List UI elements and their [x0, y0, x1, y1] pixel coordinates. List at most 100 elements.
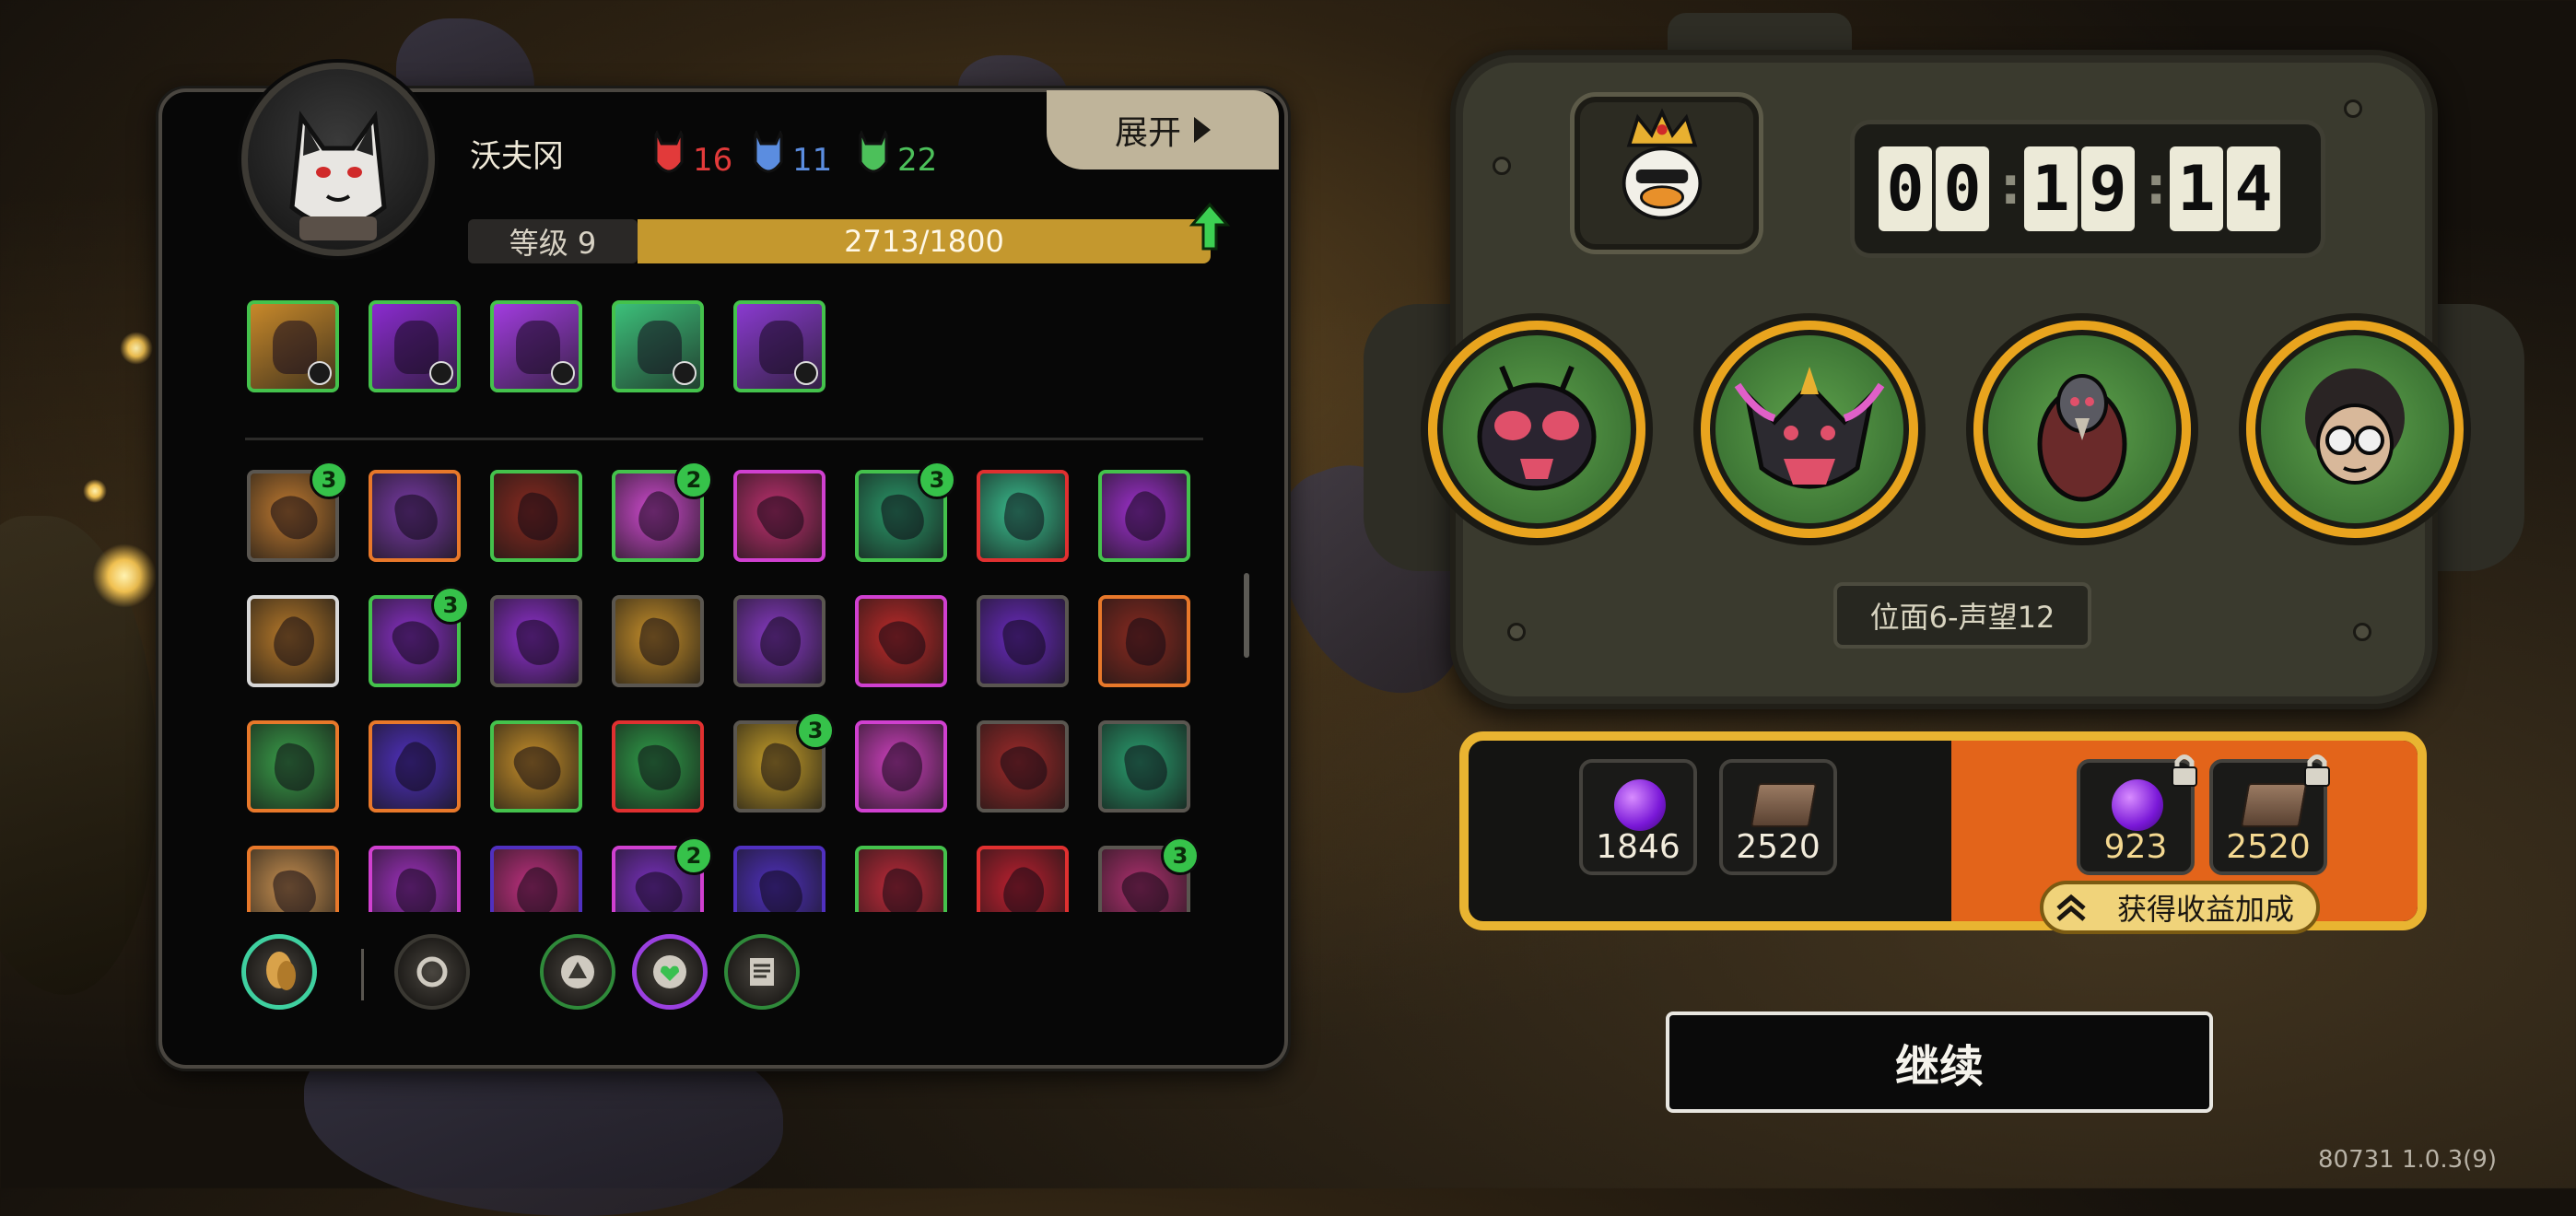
- relic-tile[interactable]: [490, 470, 582, 562]
- relic-icon: [513, 490, 563, 544]
- wolf-character-icon: [289, 111, 387, 240]
- relic-tile[interactable]: 2: [612, 461, 713, 562]
- scroll-icon: [750, 958, 774, 986]
- timer-digit: 4: [2227, 146, 2280, 231]
- relic-tile[interactable]: [247, 846, 339, 912]
- relic-tile[interactable]: [369, 720, 461, 813]
- bonus-reward-slot[interactable]: 923: [2077, 754, 2197, 875]
- player-name: 沃夫冈: [470, 138, 564, 175]
- all-filter-button[interactable]: [394, 934, 470, 1010]
- timer-colon: :: [2000, 157, 2021, 216]
- relic-tile[interactable]: [977, 595, 1069, 687]
- relic-icon: [752, 612, 811, 672]
- tome-icon: [1750, 783, 1818, 827]
- crowned-duck-icon: [1622, 108, 1703, 220]
- relic-icon: [265, 612, 324, 672]
- relic-icon: [995, 862, 1054, 912]
- relic-icon: [1000, 615, 1049, 669]
- reward-value: 2520: [2226, 828, 2311, 866]
- relic-tile[interactable]: [369, 846, 461, 912]
- relic-tile[interactable]: [490, 720, 582, 813]
- bonus-button[interactable]: 获得收益加成: [2040, 881, 2320, 934]
- relic-icon: [873, 612, 932, 672]
- relic-icon: [995, 737, 1054, 798]
- circle-target-icon: [416, 956, 448, 988]
- equipped-skill-tile[interactable]: [733, 300, 825, 392]
- screw: [2353, 623, 2371, 641]
- relic-tile[interactable]: [733, 846, 825, 912]
- tome-icon: [2240, 783, 2308, 827]
- relic-icon: [513, 615, 563, 669]
- equipped-skill-tile[interactable]: [247, 300, 339, 392]
- boss-portrait[interactable]: [1570, 92, 1763, 254]
- relic-tile[interactable]: [977, 846, 1069, 912]
- reward-slot[interactable]: 1846: [1579, 759, 1697, 875]
- level-up-arrow-icon[interactable]: [1188, 201, 1231, 252]
- relic-tile[interactable]: [247, 595, 339, 687]
- scrollbar[interactable]: [1244, 573, 1249, 658]
- relic-icon: [752, 486, 811, 547]
- relic-tile[interactable]: [369, 470, 461, 562]
- light-glow: [92, 544, 157, 608]
- screw: [1493, 157, 1511, 175]
- relic-tile[interactable]: [490, 846, 582, 912]
- relic-tile[interactable]: [612, 595, 704, 687]
- equipped-skill-tile[interactable]: [490, 300, 582, 392]
- relic-tile[interactable]: 3: [247, 461, 348, 562]
- player-avatar[interactable]: [241, 63, 435, 256]
- enemy-portrait[interactable]: [1428, 321, 1645, 538]
- play-arrow-icon: [1194, 117, 1211, 143]
- relic-tile[interactable]: [733, 470, 825, 562]
- relic-icon: [756, 866, 806, 912]
- timer-digit: 0: [1879, 146, 1932, 231]
- beetle-enemy-icon: [1477, 365, 1597, 491]
- enemy-portrait[interactable]: [2246, 321, 2464, 538]
- relic-tile[interactable]: 3: [733, 711, 835, 813]
- equipped-skill-tile[interactable]: [369, 300, 461, 392]
- relic-tile[interactable]: [855, 720, 947, 813]
- skill-type-icon: [551, 361, 575, 385]
- character-filter-button[interactable]: [241, 934, 317, 1010]
- reward-value: 923: [2103, 828, 2168, 866]
- relic-tile[interactable]: [612, 720, 704, 813]
- relic-tile[interactable]: [855, 595, 947, 687]
- scroll-filter-button[interactable]: [724, 934, 800, 1010]
- relic-tile[interactable]: 3: [855, 461, 956, 562]
- relic-icon: [270, 741, 320, 794]
- relic-tile[interactable]: [1098, 595, 1190, 687]
- purple-orb-icon: [1614, 779, 1666, 831]
- lock-icon: [2304, 754, 2330, 787]
- heart-icon: [653, 955, 686, 988]
- heart-filter-button[interactable]: [632, 934, 708, 1010]
- triangle-filter-button[interactable]: [540, 934, 615, 1010]
- enemy-portrait[interactable]: [1701, 321, 1918, 538]
- enemy-portrait[interactable]: [1973, 321, 2191, 538]
- expand-button[interactable]: 展开: [1047, 90, 1279, 170]
- stack-count-badge: 3: [796, 711, 835, 750]
- relic-tile[interactable]: [1098, 470, 1190, 562]
- reward-slot[interactable]: 2520: [1719, 759, 1837, 875]
- relic-tile[interactable]: [733, 595, 825, 687]
- timer-digit: 1: [2170, 146, 2223, 231]
- relic-tile[interactable]: 3: [369, 586, 470, 687]
- stack-count-badge: 3: [918, 461, 956, 499]
- relic-tile[interactable]: [977, 470, 1069, 562]
- relic-grid[interactable]: 3 2 3 3 3 2 3: [230, 459, 1235, 912]
- relic-tile[interactable]: [1098, 720, 1190, 813]
- blue-mask-icon: [754, 130, 783, 173]
- relic-tile[interactable]: [855, 846, 947, 912]
- relic-tile[interactable]: [247, 720, 339, 813]
- continue-button[interactable]: 继续: [1666, 1011, 2213, 1113]
- relic-tile[interactable]: [977, 720, 1069, 813]
- separator: [361, 949, 364, 1000]
- green-stat: 22: [857, 125, 937, 179]
- bonus-reward-slot[interactable]: 2520: [2209, 754, 2330, 875]
- relic-icon: [1121, 741, 1171, 794]
- screw: [2344, 99, 2362, 118]
- equipped-skill-tile[interactable]: [612, 300, 704, 392]
- relic-tile[interactable]: 3: [1098, 836, 1200, 912]
- relic-icon: [392, 490, 441, 544]
- relic-tile[interactable]: 2: [612, 836, 713, 912]
- relic-icon: [635, 741, 685, 794]
- relic-tile[interactable]: [490, 595, 582, 687]
